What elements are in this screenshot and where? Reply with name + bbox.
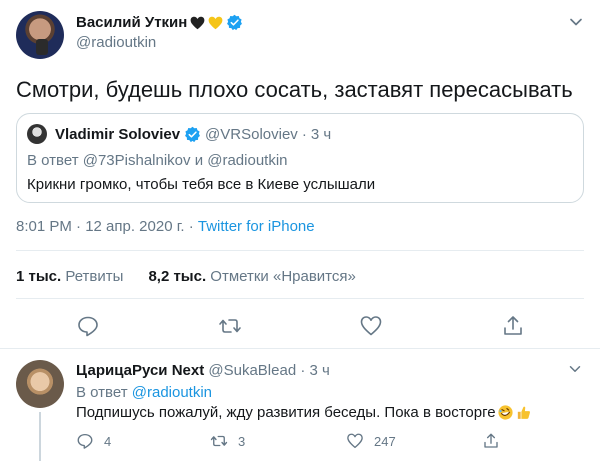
reply-actions: 4 3 247: [0, 432, 600, 452]
reply-text: Подпишусь пожалуй, жду развития беседы. …: [76, 404, 496, 421]
reply-text-row: Подпишусь пожалуй, жду развития беседы. …: [76, 404, 532, 421]
reply-tweet[interactable]: ЦарицаРуси Next @SukaBlead · 3 ч В ответ…: [0, 350, 600, 461]
reply-author-avatar[interactable]: [16, 360, 64, 408]
author-handle[interactable]: @radioutkin: [76, 34, 156, 51]
quoted-header: Vladimir Soloviev @VRSoloviev · 3 ч: [55, 126, 331, 143]
likes-label: Отметки «Нравится»: [210, 268, 356, 285]
reply-header: ЦарицаРуси Next @SukaBlead · 3 ч: [76, 362, 330, 379]
chevron-down-icon[interactable]: [566, 360, 584, 378]
tweet-actions: [0, 314, 600, 338]
tweet-source-link[interactable]: Twitter for iPhone: [198, 218, 315, 235]
quoted-author-avatar: [27, 124, 47, 144]
divider: [16, 298, 584, 299]
author-name[interactable]: Василий Уткин: [76, 14, 187, 31]
yellow-heart-icon: [208, 16, 223, 29]
retweets-stat[interactable]: 1 тыс. Ретвиты: [16, 268, 123, 285]
microphone-shape: [36, 39, 48, 55]
like-icon: [347, 433, 363, 449]
share-icon[interactable]: [501, 314, 525, 338]
chevron-down-icon[interactable]: [566, 12, 586, 32]
engagement-stats: 1 тыс. Ретвиты 8,2 тыс. Отметки «Нравитс…: [16, 268, 356, 285]
quoted-reply-context: В ответ @73Pishalnikov и @radioutkin: [27, 152, 288, 169]
tweet-text: Смотри, будешь плохо сосать, заставят пе…: [16, 77, 573, 102]
likes-count: 8,2 тыс.: [148, 268, 207, 285]
reply-context-link[interactable]: @radioutkin: [132, 384, 212, 401]
thumbs-up-emoji-icon: [517, 406, 530, 419]
dot-separator: ·: [300, 362, 306, 379]
retweets-count: 1 тыс.: [16, 268, 62, 285]
divider: [16, 250, 584, 251]
quoted-tweet[interactable]: Vladimir Soloviev @VRSoloviev · 3 ч В от…: [16, 113, 584, 203]
retweets-label: Ретвиты: [65, 268, 124, 285]
main-tweet: Василий Уткин @radioutkin Смотри, будешь…: [0, 0, 600, 350]
rolling-laughing-emoji-icon: [498, 405, 513, 420]
reply-like-action[interactable]: 247: [346, 432, 396, 450]
reply-context-prefix: В ответ: [76, 384, 132, 401]
quoted-author-name: Vladimir Soloviev: [55, 126, 181, 143]
divider: [0, 348, 600, 349]
reply-icon[interactable]: [76, 314, 100, 338]
black-heart-icon: [190, 16, 205, 29]
likes-stat[interactable]: 8,2 тыс. Отметки «Нравится»: [148, 268, 355, 285]
verified-badge-icon: [227, 14, 243, 31]
tweet-timestamp[interactable]: 8:01 PM · 12 апр. 2020 г. ·: [16, 218, 198, 235]
reply-icon: [77, 433, 93, 449]
like-icon[interactable]: [359, 314, 383, 338]
reply-count: 4: [104, 433, 112, 449]
reply-share-action[interactable]: [482, 432, 500, 450]
retweet-icon: [210, 435, 228, 447]
quoted-time: 3 ч: [310, 126, 332, 143]
reply-time[interactable]: 3 ч: [310, 362, 330, 379]
verified-badge-icon: [185, 126, 200, 143]
author-avatar[interactable]: [16, 11, 64, 59]
dot-separator: ·: [301, 126, 307, 143]
author-name-row[interactable]: Василий Уткин: [76, 14, 243, 31]
tweet-meta: 8:01 PM · 12 апр. 2020 г. · Twitter for …: [16, 218, 315, 235]
reply-author-name[interactable]: ЦарицаРуси Next: [76, 362, 204, 379]
reply-retweet-action[interactable]: 3: [210, 432, 245, 450]
share-icon: [484, 433, 498, 448]
retweet-count: 3: [238, 433, 246, 449]
like-count: 247: [374, 433, 396, 449]
reply-author-handle[interactable]: @SukaBlead: [208, 362, 296, 379]
quoted-text: Крикни громко, чтобы тебя все в Киеве ус…: [27, 176, 376, 193]
retweet-icon[interactable]: [218, 314, 242, 338]
reply-reply-action[interactable]: 4: [76, 432, 111, 450]
reply-context: В ответ @radioutkin: [76, 384, 212, 401]
quoted-author-handle: @VRSoloviev: [205, 126, 298, 143]
